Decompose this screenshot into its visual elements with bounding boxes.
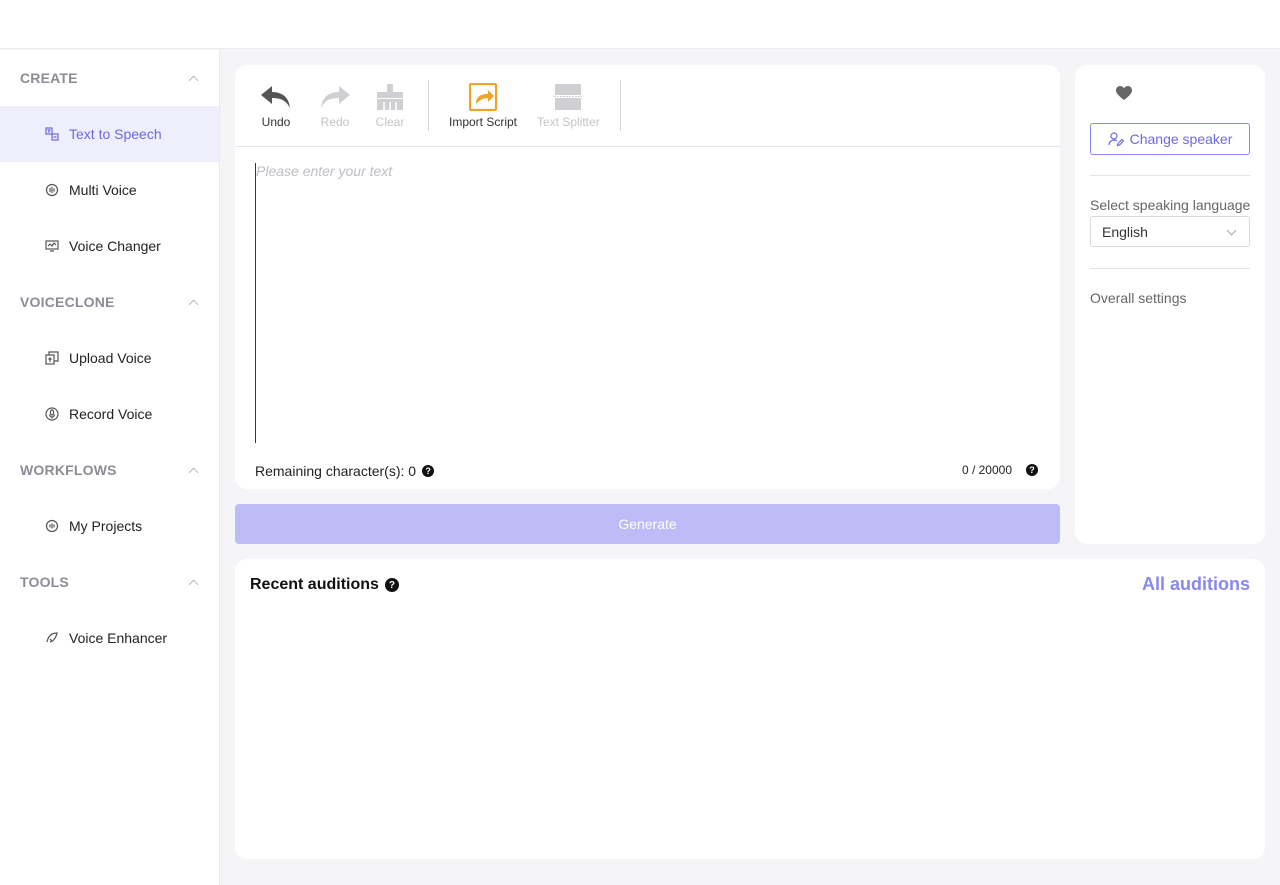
overall-settings-label: Overall settings bbox=[1090, 290, 1187, 306]
recent-auditions-card: Recent auditions ? All auditions bbox=[235, 559, 1265, 859]
remaining-characters-text: Remaining character(s): 0 bbox=[255, 463, 417, 479]
text-to-speech-icon bbox=[45, 127, 59, 141]
top-bar bbox=[0, 0, 1280, 49]
voice-changer-icon bbox=[45, 239, 59, 253]
divider bbox=[1090, 268, 1250, 269]
sidebar: CREATE Text to Speech Multi Voice Voice … bbox=[0, 50, 220, 885]
sidebar-item-record-voice[interactable]: Record Voice bbox=[0, 386, 219, 442]
character-count: 0 / 20000 ? bbox=[962, 463, 1038, 477]
chevron-down-icon bbox=[1226, 225, 1237, 236]
redo-button[interactable]: Redo bbox=[318, 83, 352, 129]
toolbar-divider bbox=[428, 80, 429, 131]
broom-icon bbox=[377, 84, 403, 110]
clear-label: Clear bbox=[375, 115, 405, 129]
sidebar-item-label: Text to Speech bbox=[69, 126, 162, 142]
redo-label: Redo bbox=[320, 115, 350, 129]
redo-icon bbox=[321, 86, 350, 108]
help-icon[interactable]: ? bbox=[1026, 464, 1038, 476]
recent-auditions-heading: Recent auditions ? bbox=[250, 576, 399, 594]
section-workflows-header[interactable]: WORKFLOWS bbox=[0, 442, 219, 498]
sidebar-item-label: Multi Voice bbox=[69, 182, 137, 198]
language-select[interactable]: English bbox=[1090, 216, 1250, 247]
clear-button[interactable]: Clear bbox=[375, 83, 405, 129]
sidebar-item-multi-voice[interactable]: Multi Voice bbox=[0, 162, 219, 218]
undo-button[interactable]: Undo bbox=[259, 83, 293, 129]
recent-auditions-title: Recent auditions bbox=[250, 576, 379, 593]
help-icon[interactable]: ? bbox=[384, 578, 399, 592]
change-speaker-label: Change speaker bbox=[1129, 131, 1233, 147]
sidebar-item-upload-voice[interactable]: Upload Voice bbox=[0, 330, 219, 386]
sidebar-item-label: Voice Changer bbox=[69, 238, 161, 254]
all-auditions-link[interactable]: All auditions bbox=[1142, 574, 1250, 595]
undo-icon bbox=[261, 86, 290, 108]
section-create-header[interactable]: CREATE bbox=[0, 50, 219, 106]
sidebar-item-voice-changer[interactable]: Voice Changer bbox=[0, 218, 219, 274]
character-count-text: 0 / 20000 bbox=[961, 463, 1012, 477]
voice-enhancer-icon bbox=[45, 631, 59, 645]
microphone-icon bbox=[45, 407, 59, 421]
section-tools-header[interactable]: TOOLS bbox=[0, 554, 219, 610]
import-script-icon bbox=[468, 83, 498, 111]
remaining-characters: Remaining character(s): 0 ? bbox=[255, 463, 435, 479]
divider bbox=[1090, 175, 1250, 176]
user-edit-icon bbox=[1108, 132, 1124, 147]
sidebar-item-text-to-speech[interactable]: Text to Speech bbox=[0, 106, 219, 162]
section-title: WORKFLOWS bbox=[20, 462, 117, 478]
import-script-button[interactable]: Import Script bbox=[449, 83, 517, 129]
help-icon[interactable]: ? bbox=[422, 465, 435, 477]
language-value: English bbox=[1102, 223, 1148, 240]
import-script-label: Import Script bbox=[449, 115, 518, 129]
section-voiceclone-header[interactable]: VOICECLONE bbox=[0, 274, 219, 330]
chevron-up-icon bbox=[188, 579, 199, 589]
undo-label: Undo bbox=[261, 115, 291, 129]
text-editor-card: Undo Redo Clear Import Script Text Split… bbox=[235, 65, 1060, 489]
sidebar-item-label: Voice Enhancer bbox=[69, 630, 168, 646]
section-title: TOOLS bbox=[20, 574, 69, 590]
chevron-up-icon bbox=[188, 467, 199, 477]
section-title: CREATE bbox=[20, 70, 78, 86]
script-text-input[interactable] bbox=[255, 163, 1040, 443]
section-title: VOICECLONE bbox=[20, 294, 115, 310]
projects-icon bbox=[45, 519, 59, 533]
multi-voice-icon bbox=[45, 183, 59, 197]
toolbar-divider bbox=[620, 80, 621, 131]
voice-settings-panel: Change speaker Select speaking language … bbox=[1075, 65, 1265, 544]
upload-voice-icon bbox=[45, 351, 59, 365]
sidebar-item-label: Upload Voice bbox=[69, 350, 152, 366]
sidebar-item-my-projects[interactable]: My Projects bbox=[0, 498, 219, 554]
text-splitter-icon bbox=[554, 84, 583, 110]
language-label: Select speaking language bbox=[1090, 197, 1251, 213]
sidebar-item-label: Record Voice bbox=[69, 406, 153, 422]
sidebar-item-label: My Projects bbox=[69, 518, 143, 534]
heart-icon[interactable] bbox=[1115, 85, 1133, 106]
change-speaker-button[interactable]: Change speaker bbox=[1090, 123, 1250, 155]
generate-button[interactable]: Generate bbox=[235, 504, 1060, 544]
text-splitter-label: Text Splitter bbox=[537, 115, 600, 129]
text-splitter-button[interactable]: Text Splitter bbox=[537, 83, 600, 129]
editor-toolbar: Undo Redo Clear Import Script Text Split… bbox=[235, 65, 1060, 147]
chevron-up-icon bbox=[188, 299, 199, 309]
chevron-up-icon bbox=[188, 75, 199, 85]
sidebar-item-voice-enhancer[interactable]: Voice Enhancer bbox=[0, 610, 219, 666]
